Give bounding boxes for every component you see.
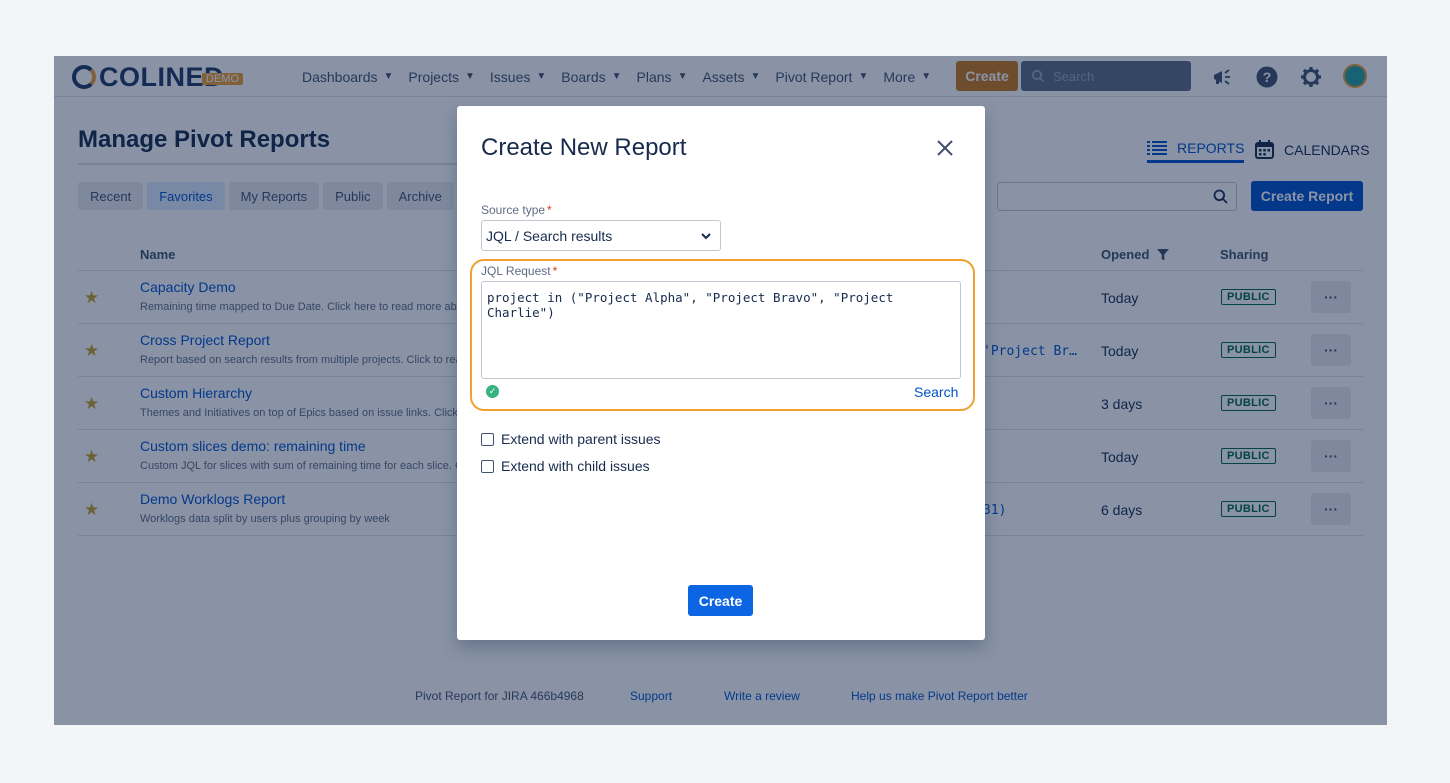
source-type-select[interactable]: JQL / Search results (481, 220, 721, 251)
source-type-value: JQL / Search results (486, 227, 613, 244)
source-type-label: Source type * (481, 203, 552, 217)
dialog-create-button[interactable]: Create (688, 585, 753, 616)
jql-request-label-text: JQL Request (481, 264, 551, 278)
jql-search-link[interactable]: Search (914, 384, 958, 400)
extend-child-label: Extend with child issues (501, 458, 650, 474)
extend-child-checkbox[interactable] (481, 459, 494, 473)
source-type-label-text: Source type (481, 203, 546, 217)
jql-request-label: JQL Request * (481, 264, 557, 278)
check-circle-icon: ✓ (486, 385, 499, 398)
extend-parent-option[interactable]: Extend with parent issues (481, 431, 661, 447)
required-mark: * (547, 203, 552, 217)
dialog-title: Create New Report (481, 134, 687, 161)
extend-parent-checkbox[interactable] (481, 432, 494, 446)
extend-child-option[interactable]: Extend with child issues (481, 458, 650, 474)
extend-parent-label: Extend with parent issues (501, 431, 661, 447)
app-window: COLINED DEMO Dashboards ▼ Projects ▼ Issue… (54, 56, 1387, 725)
chevron-down-icon (701, 233, 711, 240)
jql-request-textarea[interactable]: project in ("Project Alpha", "Project Br… (481, 281, 961, 379)
create-report-dialog: Create New Report Source type * JQL / Sea… (457, 106, 985, 640)
close-icon[interactable] (933, 136, 957, 160)
required-mark: * (552, 264, 558, 278)
